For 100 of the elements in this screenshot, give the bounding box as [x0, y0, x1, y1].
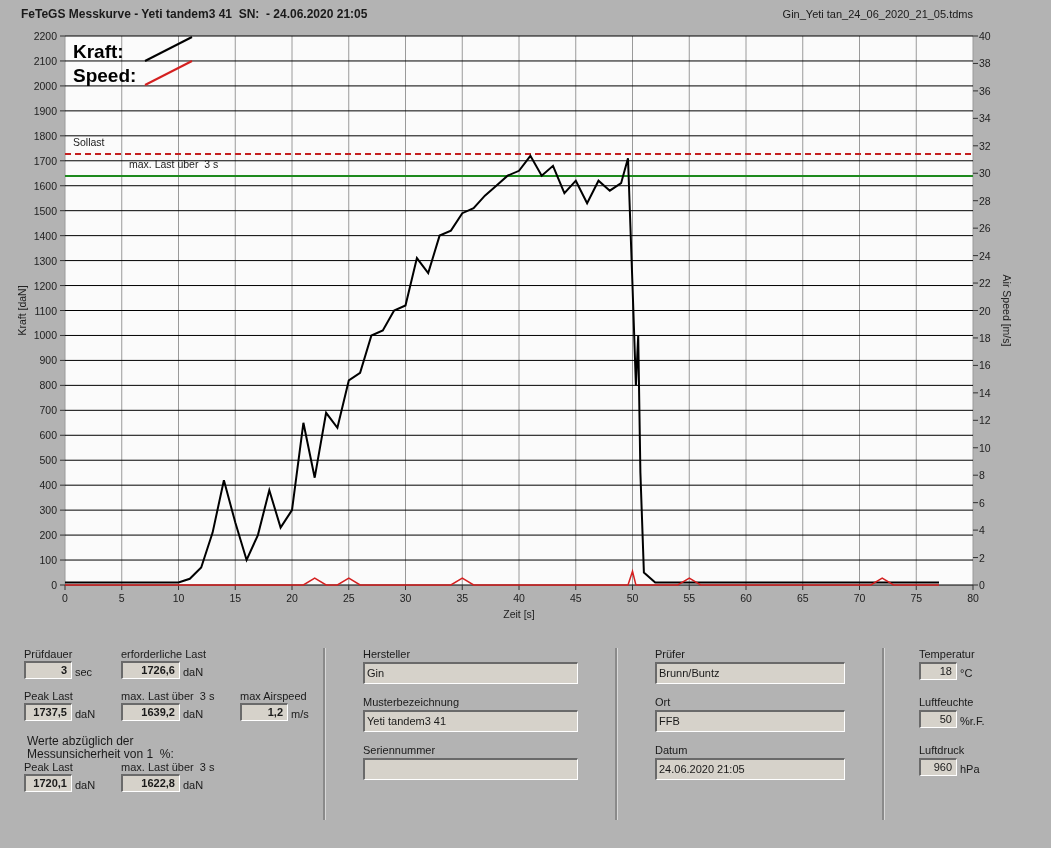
unit-label: %r.F.: [960, 714, 985, 728]
legend-label: Kraft:: [73, 41, 124, 62]
y-tick-label: 200: [39, 529, 57, 542]
y-tick-label: 1300: [33, 254, 57, 267]
field-label: erforderliche Last: [121, 648, 207, 660]
y2-tick-label: 26: [979, 222, 991, 235]
y-tick-label: 1000: [33, 329, 57, 342]
x-tick-label: 15: [229, 592, 242, 604]
field-label: Luftdruck: [919, 744, 966, 756]
x-tick-label: 5: [118, 592, 125, 604]
legend-swatch: [144, 60, 193, 86]
field-label: Musterbezeichnung: [363, 696, 460, 708]
x-axis-title: Zeit [s]: [503, 608, 535, 620]
field-label: Luftfeuchte: [919, 696, 975, 708]
y2-tick-label: 8: [979, 469, 985, 482]
field-label: max. Last über 3 s: [121, 690, 216, 702]
value-field: 3: [24, 661, 72, 679]
x-tick-label: 25: [342, 592, 355, 604]
y2-tick-label: 0: [979, 579, 985, 591]
field-label: Temperatur: [919, 648, 976, 660]
field-label: Hersteller: [363, 648, 412, 660]
y2-tick-label: 22: [979, 277, 991, 290]
y2-tick-label: 2: [979, 551, 985, 564]
y2-tick-label: 40: [979, 30, 991, 42]
y-tick-label: 500: [39, 454, 57, 467]
y-tick-label: 2200: [33, 30, 57, 42]
y2-tick-label: 10: [979, 441, 991, 454]
y2-tick-label: 6: [979, 496, 985, 509]
y2-tick-label: 14: [979, 386, 991, 399]
unit-label: m/s: [291, 707, 309, 721]
x-tick-label: 55: [683, 592, 696, 604]
field-label: Prüfdauer: [24, 648, 74, 660]
y2-tick-label: 28: [979, 194, 991, 207]
y2-tick-label: 34: [979, 112, 991, 125]
file-name: Gin_Yeti tan_24_06_2020_21_05.tdms: [782, 8, 973, 20]
unit-label: hPa: [960, 762, 980, 776]
field-label: Peak Last: [24, 690, 74, 702]
unit-label: sec: [75, 665, 93, 679]
y-tick-label: 1900: [33, 104, 57, 117]
y2-tick-label: 30: [979, 167, 991, 180]
y-tick-label: 700: [39, 404, 57, 417]
unit-label: daN: [183, 778, 204, 792]
x-tick-label: 80: [967, 592, 979, 604]
y-tick-label: 100: [39, 554, 57, 567]
y2-tick-label: 16: [979, 359, 991, 372]
unit-label: daN: [75, 778, 96, 792]
y2-tick-label: 12: [979, 414, 991, 427]
field-label: max Airspeed: [240, 690, 308, 702]
y-tick-label: 1800: [33, 129, 57, 142]
y-tick-label: 400: [39, 479, 57, 492]
y-tick-label: 800: [39, 379, 57, 392]
x-tick-label: 70: [853, 592, 866, 604]
unit-label: °C: [960, 666, 973, 680]
y2-tick-label: 36: [979, 84, 991, 97]
y-tick-label: 1100: [34, 304, 57, 317]
y-tick-label: 300: [39, 504, 57, 517]
field-label: Ort: [655, 696, 672, 708]
legend-label: Speed:: [73, 65, 137, 86]
field-label: Prüfer: [655, 648, 686, 660]
x-tick-label: 65: [796, 592, 809, 604]
x-tick-label: 60: [740, 592, 752, 604]
y-tick-label: 0: [51, 579, 57, 591]
field-label: max. Last über 3 s: [121, 761, 216, 773]
y2-tick-label: 20: [979, 304, 991, 317]
y2-tick-label: 24: [979, 249, 991, 262]
value-field: 960: [919, 758, 957, 776]
value-field: 1720,1: [24, 774, 72, 792]
y2-tick-label: 32: [979, 139, 991, 152]
window-title: FeTeGS Messkurve - Yeti tandem3 41 SN: - 24.06.2020 21:05: [21, 7, 368, 21]
y-tick-label: 600: [39, 429, 57, 442]
value-field: 1622,8: [121, 774, 180, 792]
x-tick-label: 35: [456, 592, 469, 604]
y2-tick-label: 38: [979, 57, 991, 70]
x-tick-label: 0: [62, 592, 68, 604]
y-tick-label: 1500: [33, 204, 57, 217]
y-tick-label: 2000: [33, 79, 57, 92]
reference-label: Sollast: [73, 136, 105, 149]
x-tick-label: 50: [626, 592, 639, 604]
x-tick-label: 45: [569, 592, 582, 604]
y2-tick-label: 4: [979, 524, 985, 537]
y-tick-label: 2100: [33, 54, 57, 67]
field-label: Datum: [655, 744, 689, 756]
y2-tick-label: 18: [979, 331, 991, 344]
reference-label: max. Last über 3 s: [129, 158, 219, 170]
value-field: 1,2: [240, 703, 288, 721]
field-label: Seriennummer: [363, 744, 437, 756]
value-field: 50: [919, 710, 957, 728]
x-tick-label: 20: [286, 592, 298, 604]
unit-label: daN: [75, 707, 96, 721]
value-field: 1737,5: [24, 703, 72, 721]
y-axis-title: Kraft [daN]: [16, 285, 28, 336]
y-tick-label: 1200: [33, 279, 57, 292]
value-field: 1726,6: [121, 661, 180, 679]
value-field: 1639,2: [121, 703, 180, 721]
y-tick-label: 1700: [33, 154, 57, 167]
unit-label: daN: [183, 707, 204, 721]
y2-axis-title: Air Speed [m/s]: [1001, 274, 1013, 347]
field-label: Peak Last: [24, 761, 74, 773]
note-text: Werte abzüglich der Messunsicherheit von 1 %:: [26, 735, 175, 761]
value-field: 18: [919, 662, 957, 680]
